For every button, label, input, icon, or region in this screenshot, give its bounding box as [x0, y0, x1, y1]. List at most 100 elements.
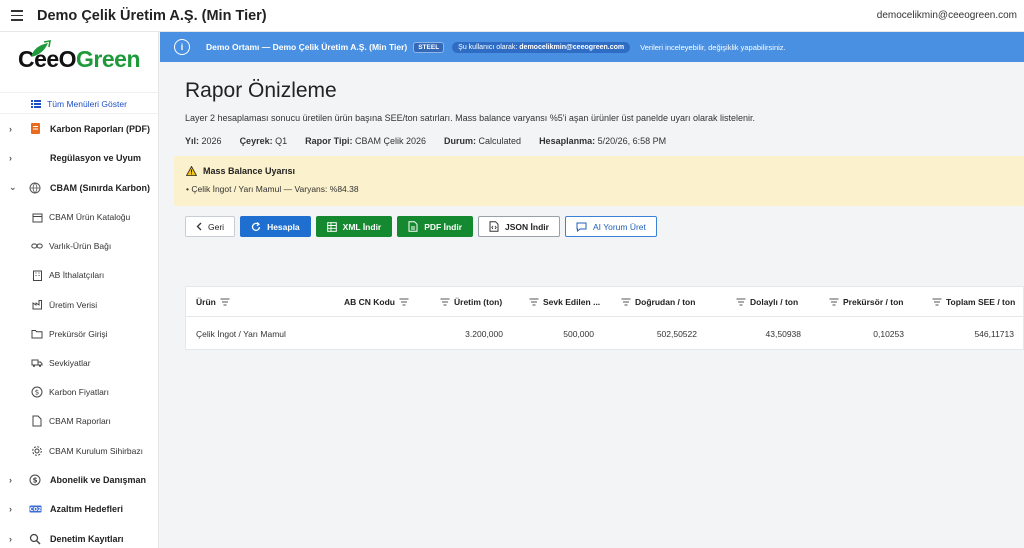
- filter-icon[interactable]: [399, 298, 409, 306]
- column-header[interactable]: Dolaylı / ton: [736, 297, 798, 307]
- filter-icon[interactable]: [220, 298, 230, 306]
- svg-text:$: $: [33, 476, 38, 484]
- show-all-menus-link[interactable]: Tüm Menüleri Göster: [0, 92, 158, 114]
- banner-note: Verileri inceleyebilir, değişiklik yapab…: [640, 42, 786, 52]
- factory-icon: [31, 299, 43, 311]
- column-header[interactable]: Toplam SEE / ton: [932, 297, 1015, 307]
- sidebar-item-3[interactable]: CBAM Ürün Kataloğu: [0, 203, 158, 232]
- sidebar-item-label: Üretim Verisi: [49, 299, 98, 310]
- svg-text:CO2: CO2: [29, 507, 41, 513]
- sidebar-item-1[interactable]: › Regülasyon ve Uyum: [0, 144, 158, 174]
- building-icon: [31, 269, 43, 281]
- sidebar-item-7[interactable]: Prekürsör Girişi: [0, 319, 158, 348]
- chevron-right-icon: ›: [9, 153, 12, 164]
- demo-banner: i Demo Ortamı — Demo Çelik Üretim A.Ş. (…: [160, 32, 1024, 62]
- leaf-icon: [31, 40, 51, 57]
- mass-balance-warning: Mass Balance Uyarısı • Çelik İngot / Yar…: [174, 156, 1024, 206]
- page-description: Layer 2 hesaplaması sonucu üretilen ürün…: [185, 113, 756, 123]
- sidebar-item-12[interactable]: › $ Abonelik ve Danışman: [0, 465, 158, 495]
- back-button[interactable]: Geri: [185, 216, 236, 237]
- logo[interactable]: CeeOGreen: [0, 32, 158, 86]
- show-all-label: Tüm Menüleri Göster: [47, 99, 127, 109]
- column-header[interactable]: AB CN Kodu: [344, 297, 409, 307]
- filter-icon[interactable]: [529, 298, 539, 306]
- sidebar-item-label: CBAM Raporları: [49, 416, 111, 427]
- target-badge-icon: CO2: [28, 502, 42, 516]
- user-pill: Şu kullanıcı olarak: democelikmin@ceeogr…: [452, 41, 631, 53]
- sidebar-item-4[interactable]: Varlık-Ürün Bağı: [0, 232, 158, 261]
- app-title: Demo Çelik Üretim A.Ş. (Min Tier): [37, 7, 267, 24]
- calculate-button[interactable]: Hesapla: [240, 216, 311, 237]
- sidebar-item-label: Azaltım Hedefleri: [50, 504, 124, 515]
- table-cell: 502,50522: [656, 329, 697, 339]
- json-download-button[interactable]: JSON İndir: [478, 216, 560, 237]
- sidebar-item-label: CBAM (Sınırda Karbon): [50, 182, 150, 193]
- gear-icon: [31, 445, 43, 457]
- sidebar-item-label: Abonelik ve Danışman: [50, 474, 147, 485]
- sidebar-item-label: CBAM Ürün Kataloğu: [49, 212, 131, 223]
- sidebar-item-6[interactable]: Üretim Verisi: [0, 290, 158, 319]
- column-header[interactable]: Prekürsör / ton: [829, 297, 903, 307]
- sidebar-item-label: Denetim Kayıtları: [50, 533, 124, 544]
- report-table: Ürün AB CN Kodu Üretim (ton) Sevk Edilen ..…: [185, 286, 1024, 350]
- document-badge-icon: [28, 122, 42, 136]
- coin-icon: $: [28, 473, 42, 487]
- blank-icon: [28, 151, 42, 165]
- filter-icon[interactable]: [621, 298, 631, 306]
- action-bar: Geri Hesapla XML İndir PDF İndir JSON İn…: [185, 216, 657, 237]
- sidebar-item-label: AB İthalatçıları: [49, 270, 105, 281]
- warning-title: Mass Balance Uyarısı: [186, 166, 295, 176]
- sidebar-item-0[interactable]: › Karbon Raporları (PDF): [0, 114, 158, 144]
- meta-item: Hesaplanma: 5/20/26, 6:58 PM: [539, 136, 667, 146]
- column-header[interactable]: Üretim (ton): [440, 297, 502, 307]
- menu-icon[interactable]: [11, 10, 23, 21]
- filter-icon[interactable]: [736, 298, 746, 306]
- user-email[interactable]: democelikmin@ceeogreen.com: [877, 10, 1017, 21]
- warning-icon: [186, 166, 197, 176]
- sidebar-item-11[interactable]: CBAM Kurulum Sihirbazı: [0, 436, 158, 465]
- table-cell: 0,10253: [873, 329, 904, 339]
- meta-item: Yıl: 2026: [185, 136, 222, 146]
- sidebar-item-label: Prekürsör Girişi: [49, 328, 108, 339]
- sidebar-item-9[interactable]: $ Karbon Fiyatları: [0, 378, 158, 407]
- report-meta: Yıl: 2026 Çeyrek: Q1 Rapor Tipi: CBAM Çeli…: [185, 136, 684, 146]
- column-header[interactable]: Sevk Edilen ...: [529, 297, 600, 307]
- banner-title: Demo Ortamı — Demo Çelik Üretim A.Ş. (Mi…: [206, 42, 408, 52]
- filter-icon[interactable]: [829, 298, 839, 306]
- sidebar-item-13[interactable]: › CO2 Azaltım Hedefleri: [0, 495, 158, 525]
- pdf-download-button[interactable]: PDF İndir: [397, 216, 474, 237]
- filter-icon[interactable]: [440, 298, 450, 306]
- list-icon: [31, 100, 42, 108]
- coin-icon: $: [31, 386, 43, 398]
- meta-item: Çeyrek: Q1: [239, 136, 288, 146]
- xml-download-button[interactable]: XML İndir: [315, 216, 393, 237]
- filter-icon[interactable]: [932, 298, 942, 306]
- sidebar-item-5[interactable]: AB İthalatçıları: [0, 261, 158, 290]
- top-bar: Demo Çelik Üretim A.Ş. (Min Tier) democe…: [0, 0, 1024, 32]
- column-header[interactable]: Doğrudan / ton: [621, 297, 695, 307]
- meta-item: Durum: Calculated: [444, 136, 522, 146]
- box-icon: [31, 211, 43, 223]
- table-cell: 546,11713: [974, 329, 1014, 339]
- code-file-icon: [489, 221, 499, 232]
- file-icon: [31, 415, 43, 427]
- info-icon: i: [174, 39, 190, 55]
- sidebar-item-label: Karbon Raporları (PDF): [50, 123, 151, 134]
- ai-comment-button[interactable]: AI Yorum Üret: [564, 216, 657, 237]
- sidebar-item-label: Sevkiyatlar: [49, 358, 91, 369]
- svg-text:$: $: [35, 389, 39, 397]
- table-cell: 43,50938: [765, 329, 801, 339]
- sidebar-item-8[interactable]: Sevkiyatlar: [0, 348, 158, 377]
- chevron-left-icon: [196, 222, 202, 231]
- table-cell: Çelik İngot / Yarı Mamul: [196, 329, 286, 339]
- sidebar-item-10[interactable]: CBAM Raporları: [0, 407, 158, 436]
- refresh-icon: [251, 221, 261, 231]
- sidebar-item-14[interactable]: › Denetim Kayıtları: [0, 524, 158, 548]
- chevron-right-icon: ›: [9, 474, 12, 485]
- table-cell: 3.200,000: [465, 329, 503, 339]
- column-header[interactable]: Ürün: [196, 297, 230, 307]
- chat-bubble-icon: [576, 222, 587, 232]
- sidebar-item-2[interactable]: ⌄ CBAM (Sınırda Karbon): [0, 173, 158, 203]
- sidebar-item-label: Varlık-Ürün Bağı: [49, 241, 112, 252]
- sector-badge: STEEL: [413, 41, 445, 53]
